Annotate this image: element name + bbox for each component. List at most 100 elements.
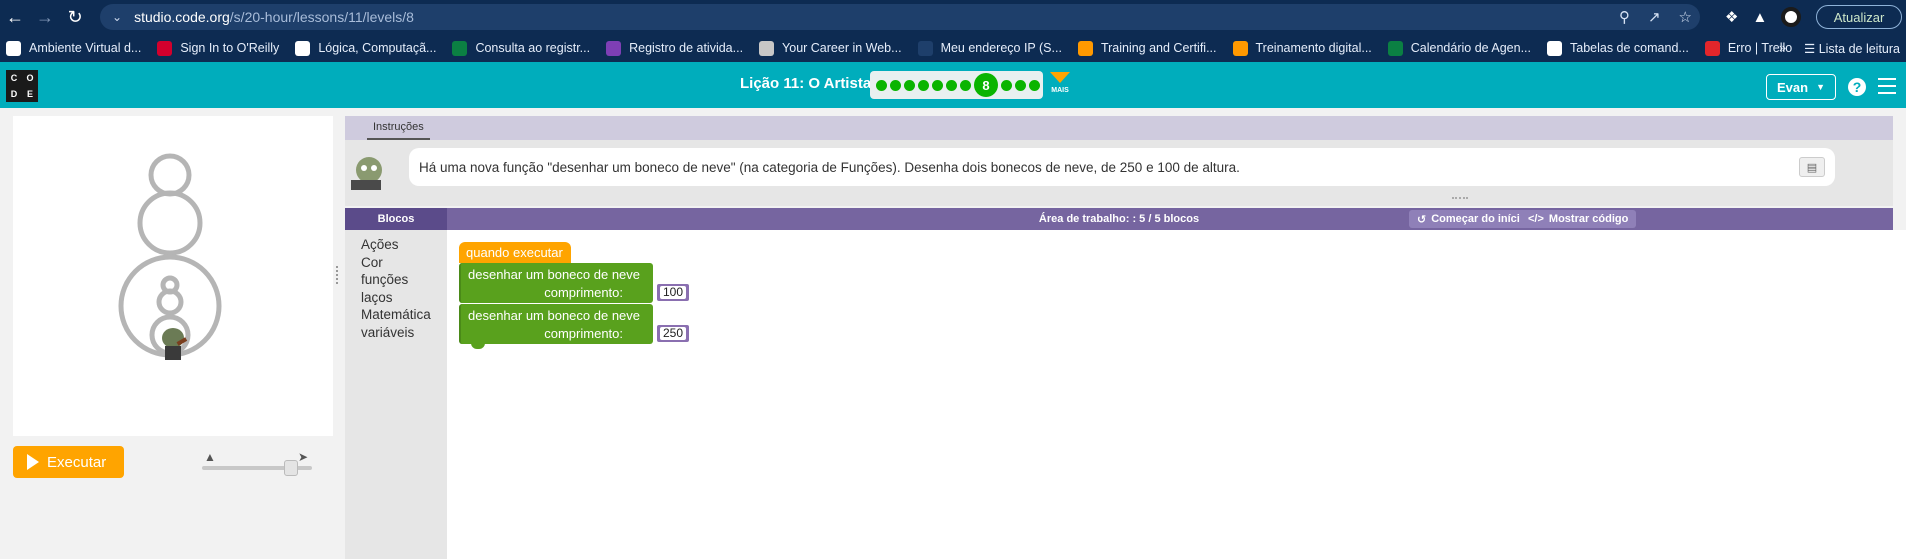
level-progress: 8 [870, 71, 1043, 99]
globe-icon [6, 40, 21, 56]
instructions-bubble: Há uma nova função "desenhar um boneco d… [409, 148, 1835, 186]
plus-icon [1387, 40, 1403, 56]
chevron-down-icon[interactable]: ⌄ [112, 10, 122, 24]
block-label: desenhar um boneco de neve [468, 308, 641, 323]
block-workspace[interactable]: quando executar desenhar um boneco de ne… [447, 230, 1906, 559]
extensions-puzzle-icon[interactable]: ❖ [1725, 8, 1738, 26]
tab-instructions[interactable]: Instruções [367, 116, 430, 140]
workspace-header: Área de trabalho: : 5 / 5 blocos Blocos … [345, 208, 1893, 230]
hamburger-menu-icon[interactable] [1878, 78, 1896, 94]
bookmark-label: Calendário de Agen... [1410, 41, 1531, 55]
zombie-avatar-icon [351, 157, 382, 190]
toolbox-category[interactable]: Cor [361, 254, 447, 272]
user-menu-button[interactable]: Evan ▼ [1766, 74, 1836, 100]
logo-letter-o: O [26, 73, 34, 83]
block-param-label: comprimento: [544, 285, 623, 300]
help-icon[interactable]: ? [1848, 78, 1866, 96]
panel-resize-handle[interactable] [336, 266, 340, 284]
when-run-block[interactable]: quando executar [459, 242, 571, 263]
zoom-icon[interactable]: ⚲ [1619, 8, 1630, 26]
level-dot[interactable] [932, 79, 943, 91]
toolbox-category[interactable]: laços [361, 289, 447, 307]
more-bookmarks-icon[interactable]: » [1779, 41, 1786, 55]
speed-thumb[interactable] [284, 460, 298, 476]
list-icon [606, 40, 622, 56]
level-dot[interactable] [890, 79, 901, 91]
length-value-block[interactable]: 100 [657, 284, 689, 301]
level-dot[interactable] [904, 79, 915, 91]
bookmark-label: Ambiente Virtual d... [29, 41, 142, 55]
length-value-block[interactable]: 250 [657, 325, 689, 342]
reading-list-button[interactable]: ☰ Lista de leitura [1804, 41, 1900, 56]
bookmark-item[interactable]: Registro de atividа... [606, 40, 743, 56]
instructions-panel: Instruções Há uma nova função "desenhar … [345, 116, 1893, 206]
level-dot[interactable] [1015, 79, 1026, 91]
user-name: Evan [1777, 79, 1809, 95]
speed-slider[interactable]: ▲ ➤ [202, 450, 312, 478]
bookmark-star-icon[interactable]: ☆ [1679, 8, 1692, 26]
toolbox: Ações Cor funções laços Matemática variáveis [345, 230, 447, 559]
notion-icon [295, 40, 311, 56]
reload-icon[interactable]: ↻ [60, 0, 90, 34]
instructions-tabbar: Instruções [345, 116, 1893, 140]
show-code-button[interactable]: </> Mostrar código [1520, 210, 1637, 228]
code-icon: </> [1528, 213, 1544, 225]
restart-button[interactable]: ↺ Começar do início [1409, 210, 1535, 228]
code-org-header: C O D E Lição 11: O Artista 3 8 MAIS Eva… [0, 62, 1906, 108]
bookmark-item[interactable]: Your Career in Web... [759, 40, 902, 56]
toolbox-category[interactable]: Ações [361, 236, 447, 254]
caret-down-icon: ▼ [1816, 82, 1825, 92]
draw-snowman-block[interactable]: desenhar um boneco de neve comprimento: [459, 304, 653, 349]
length-value[interactable]: 250 [659, 327, 687, 340]
toolbox-category[interactable]: variáveis [361, 324, 447, 342]
address-bar[interactable]: ⌄ studio.code.org/s/20-hour/lessons/11/l… [100, 4, 1700, 30]
bookmark-item[interactable]: Ambiente Virtual d... [6, 40, 142, 56]
run-button[interactable]: Executar [13, 446, 124, 478]
restart-label: Começar do início [1431, 213, 1527, 225]
update-button[interactable]: Atualizar [1816, 5, 1902, 29]
snowman-large-head [148, 153, 192, 197]
bookmark-label: Lógica, Computaçã... [318, 41, 437, 55]
bookmark-item[interactable]: Calendário de Agen... [1387, 40, 1531, 56]
level-dot[interactable] [1029, 79, 1040, 91]
bookmark-item[interactable]: Lógica, Computaçã... [295, 40, 437, 56]
bookmark-item[interactable]: Training and Certifi... [1077, 40, 1217, 56]
level-dot[interactable] [918, 79, 929, 91]
resize-grip-icon[interactable] [1452, 197, 1468, 201]
back-arrow-icon[interactable]: ← [0, 0, 30, 34]
level-dot[interactable] [946, 79, 957, 91]
block-param-label: comprimento: [544, 326, 623, 341]
level-dot[interactable] [960, 79, 971, 91]
block-notch [471, 343, 485, 349]
labs-flask-icon[interactable]: ▲ [1752, 9, 1767, 26]
bookmark-item[interactable]: Tabelas de comand... [1547, 40, 1689, 56]
bookmarks-right: » ☰ Lista de leitura [1779, 34, 1900, 62]
level-dot[interactable] [876, 79, 887, 91]
bookmark-label: Meu endereço IP (S... [940, 41, 1062, 55]
bookmark-item[interactable]: Treinamento digital... [1232, 40, 1372, 56]
bookmark-item[interactable]: Sign In to O'Reilly [157, 40, 279, 56]
bookmark-label: Tabelas de comand... [1570, 41, 1689, 55]
code-org-logo[interactable]: C O D E [6, 70, 38, 102]
current-level-dot[interactable]: 8 [974, 73, 998, 97]
profile-avatar-icon[interactable] [1781, 7, 1802, 27]
function-block-stack: desenhar um boneco de neve comprimento: … [459, 263, 689, 349]
bookmark-item[interactable]: Consulta ao registr... [452, 40, 590, 56]
snowman-large-body [137, 190, 203, 256]
text-to-speech-icon[interactable]: ▤ [1799, 157, 1825, 177]
forward-arrow-icon[interactable]: → [30, 0, 60, 34]
bookmark-item[interactable]: Meu endereço IP (S... [917, 40, 1062, 56]
rabbit-icon: ➤ [298, 450, 309, 464]
level-dot[interactable] [1001, 79, 1012, 91]
toolbox-category[interactable]: Matemática [361, 306, 447, 324]
caret-down-icon [1050, 72, 1070, 83]
play-icon [27, 454, 39, 470]
draw-snowman-block[interactable]: desenhar um boneco de neve comprimento: [459, 263, 653, 303]
share-icon[interactable]: ↗ [1648, 8, 1661, 26]
instructions-text: Há uma nova função "desenhar um boneco d… [419, 159, 1240, 175]
more-levels-button[interactable]: MAIS [1048, 72, 1072, 102]
toolbox-category[interactable]: funções [361, 271, 447, 289]
aws-icon [1077, 40, 1093, 56]
lesson-title[interactable]: Lição 11: O Artista 3 [740, 75, 884, 92]
length-value[interactable]: 100 [659, 286, 687, 299]
